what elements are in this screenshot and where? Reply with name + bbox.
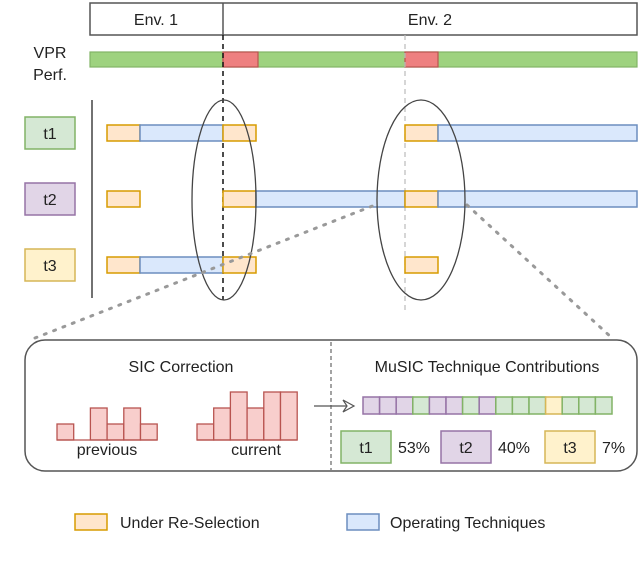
contribution-cell-t1 bbox=[495, 396, 514, 415]
reselect-segment bbox=[222, 256, 257, 274]
reselect-segment bbox=[106, 190, 141, 208]
zoom-line-right bbox=[465, 203, 614, 340]
legend-reselect-swatch bbox=[74, 513, 108, 531]
env2-label: Env. 2 bbox=[408, 12, 452, 29]
operating-segment bbox=[139, 256, 224, 274]
contribution-cell-t1 bbox=[594, 396, 613, 415]
contribution-sequence bbox=[362, 396, 613, 415]
previous-label: previous bbox=[77, 442, 137, 459]
contribution-label-t1: t1 bbox=[359, 440, 372, 457]
contribution-cell-t1 bbox=[578, 396, 597, 415]
current-label: current bbox=[231, 442, 281, 459]
vpr-label-1: VPR bbox=[34, 45, 67, 62]
contribution-cell-t3 bbox=[544, 396, 563, 415]
music-title: MuSIC Technique Contributions bbox=[375, 359, 600, 376]
diagram: Env. 1 Env. 2 VPR Perf. t1 t2 t3 SIC Corre… bbox=[0, 0, 640, 568]
contribution-cell-t1 bbox=[528, 396, 547, 415]
reselect-segment bbox=[404, 256, 439, 274]
sic-title: SIC Correction bbox=[129, 359, 234, 376]
current-hist-bar bbox=[196, 423, 215, 441]
contribution-percent-t3: 7% bbox=[602, 440, 625, 457]
previous-hist-bar bbox=[89, 407, 108, 441]
legend-operating-swatch bbox=[346, 513, 380, 531]
contribution-cell-t2 bbox=[445, 396, 464, 415]
current-hist-bar bbox=[213, 407, 232, 441]
diagram-svg: Env. 1 Env. 2 VPR Perf. t1 t2 t3 SIC Corre… bbox=[24, 2, 638, 532]
contribution-legend: t1 53% t2 40% t3 7% bbox=[340, 430, 625, 464]
operating-segment bbox=[139, 124, 224, 142]
reselect-segment bbox=[222, 124, 257, 142]
technique-rows: t1 t2 t3 bbox=[24, 116, 638, 282]
reselect-segment bbox=[404, 190, 439, 208]
contribution-cell-t2 bbox=[395, 396, 414, 415]
contribution-cell-t1 bbox=[461, 396, 480, 415]
contribution-cell-t2 bbox=[428, 396, 447, 415]
contribution-cell-t2 bbox=[378, 396, 397, 415]
env1-label: Env. 1 bbox=[134, 12, 178, 29]
current-hist-bar bbox=[263, 391, 282, 441]
current-hist-bar bbox=[229, 391, 248, 441]
vpr-label-2: Perf. bbox=[33, 67, 67, 84]
current-hist-bar bbox=[246, 407, 265, 441]
contribution-percent-t2: 40% bbox=[498, 440, 530, 457]
current-hist-bar bbox=[279, 391, 298, 441]
operating-segment bbox=[255, 190, 406, 208]
previous-hist-bar bbox=[106, 423, 125, 441]
vpr-drop-segment bbox=[222, 51, 259, 68]
technique-label-t1: t1 bbox=[43, 126, 56, 143]
vpr-drop-segment bbox=[404, 51, 439, 68]
contribution-cell-t2 bbox=[362, 396, 381, 415]
zoom-line-left bbox=[33, 203, 377, 340]
reselect-segment bbox=[106, 124, 141, 142]
technique-label-t3: t3 bbox=[43, 258, 56, 275]
previous-hist-bar bbox=[56, 423, 75, 441]
previous-hist-bar bbox=[123, 407, 142, 441]
contribution-label-t2: t2 bbox=[459, 440, 472, 457]
reselect-segment bbox=[222, 190, 257, 208]
legend-operating-label: Operating Techniques bbox=[390, 515, 545, 532]
vpr-good-segment bbox=[89, 51, 638, 68]
contribution-cell-t1 bbox=[561, 396, 580, 415]
legend-reselect-label: Under Re-Selection bbox=[120, 515, 260, 532]
contribution-cell-t2 bbox=[478, 396, 497, 415]
contribution-cell-t1 bbox=[511, 396, 530, 415]
contribution-cell-t1 bbox=[412, 396, 431, 415]
vpr-performance-bar bbox=[89, 51, 638, 68]
previous-hist-bar bbox=[139, 423, 158, 441]
operating-segment bbox=[437, 124, 638, 142]
reselect-segment bbox=[404, 124, 439, 142]
technique-label-t2: t2 bbox=[43, 192, 56, 209]
contribution-label-t3: t3 bbox=[563, 440, 576, 457]
contribution-percent-t1: 53% bbox=[398, 440, 430, 457]
reselect-segment bbox=[106, 256, 141, 274]
